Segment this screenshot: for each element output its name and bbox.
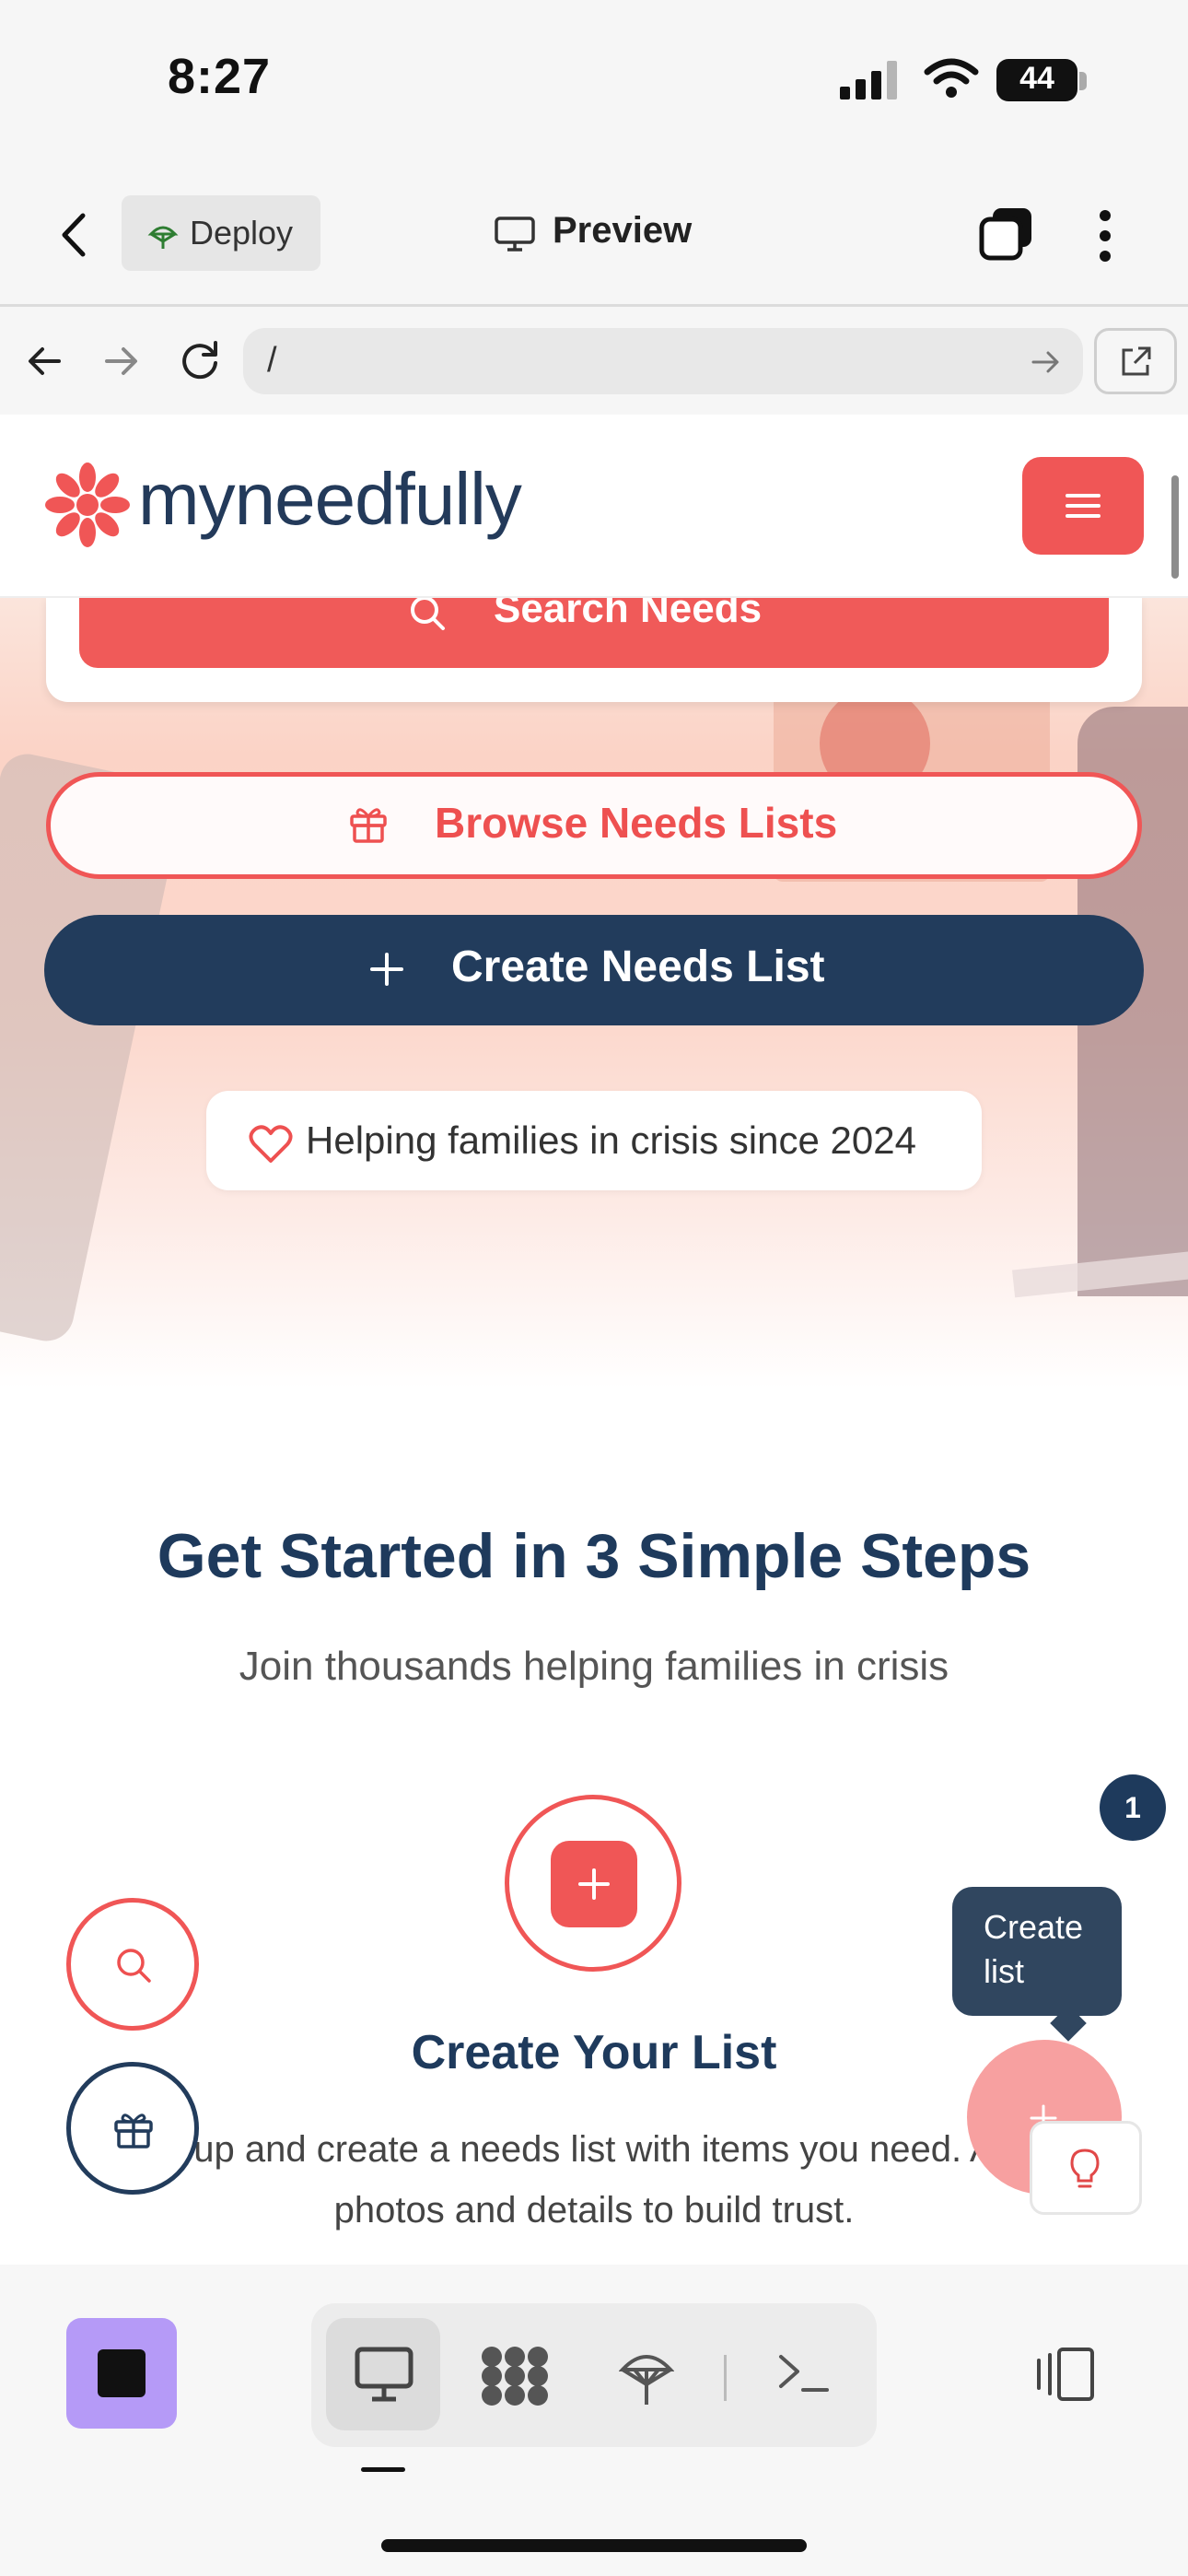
- tabs-icon[interactable]: [978, 205, 1035, 262]
- nav-back-icon[interactable]: [26, 343, 63, 380]
- lightbulb-icon: [1070, 2149, 1100, 2188]
- url-input[interactable]: [243, 328, 1083, 394]
- browse-needs-lists-label: Browse Needs Lists: [435, 799, 838, 847]
- desktop-icon[interactable]: [354, 2346, 414, 2403]
- home-indicator[interactable]: [381, 2539, 807, 2552]
- terminal-icon[interactable]: [777, 2349, 831, 2395]
- more-vertical-icon[interactable]: [1096, 208, 1114, 263]
- deploy-label: Deploy: [190, 214, 294, 252]
- active-tab-indicator: [361, 2467, 405, 2472]
- create-needs-list-label: Create Needs List: [451, 943, 825, 991]
- search-icon: [411, 596, 445, 630]
- steps-subheading: Join thousands helping families in crisi…: [239, 1644, 949, 1689]
- scrollbar[interactable]: [1171, 475, 1179, 579]
- plus-icon: [578, 1868, 610, 1900]
- create-list-tooltip: Create list: [952, 1887, 1122, 2016]
- steps-heading: Get Started in 3 Simple Steps: [157, 1521, 1031, 1591]
- nav-forward-icon[interactable]: [103, 343, 140, 380]
- stop-icon: [98, 2349, 146, 2397]
- external-link-icon: [1122, 346, 1151, 376]
- go-arrow-icon[interactable]: [1030, 346, 1063, 378]
- back-chevron-icon[interactable]: [55, 210, 92, 260]
- reload-icon[interactable]: [179, 339, 221, 381]
- tagline-text: Helping families in crisis since 2024: [306, 1118, 916, 1162]
- search-icon: [117, 1949, 151, 1983]
- preview-label[interactable]: Preview: [553, 210, 692, 252]
- url-text: /: [267, 341, 277, 380]
- signal-icon: [840, 61, 899, 100]
- step-number-badge: 1: [1100, 1774, 1166, 1841]
- gift-icon: [114, 2113, 153, 2149]
- menu-button[interactable]: [1022, 457, 1144, 555]
- deploy-icon: [147, 226, 179, 249]
- layout-toggle-icon[interactable]: [1031, 2346, 1098, 2403]
- status-time: 8:27: [168, 49, 272, 104]
- logo-mark: [45, 463, 130, 547]
- desktop-icon: [495, 217, 535, 252]
- gift-icon: [350, 808, 387, 843]
- logo-text[interactable]: myneedfully: [138, 457, 522, 542]
- toolbar-divider: [724, 2355, 727, 2401]
- battery-cap: [1079, 72, 1087, 90]
- deploy-icon[interactable]: [619, 2342, 674, 2408]
- heart-icon: [249, 1125, 293, 1163]
- step-description-line: photos and details to build trust.: [333, 2190, 855, 2231]
- workspace-grid-icon[interactable]: [479, 2344, 551, 2408]
- plus-icon: [370, 953, 403, 986]
- wifi-icon: [924, 58, 979, 98]
- battery-level: 44: [1019, 61, 1054, 96]
